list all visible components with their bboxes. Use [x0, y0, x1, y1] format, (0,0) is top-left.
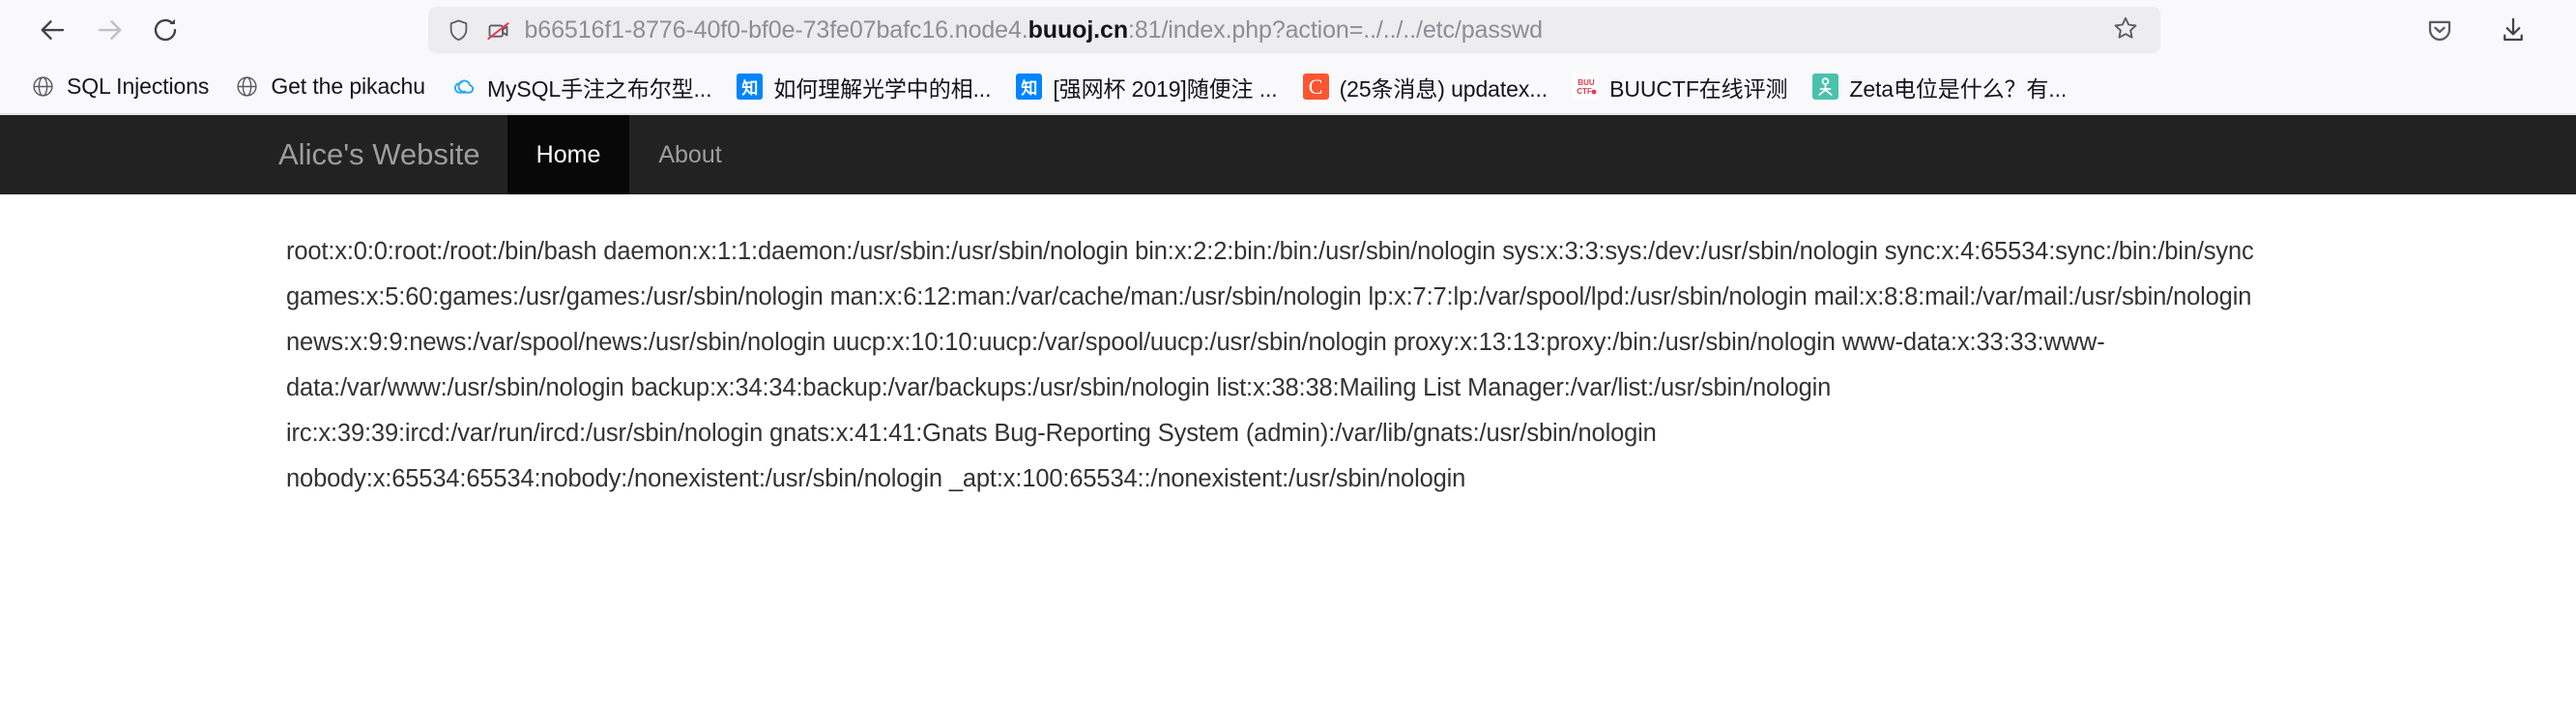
bookmark-item[interactable]: C (25条消息) updatex... — [1290, 65, 1561, 109]
svg-text:BUU: BUU — [1577, 78, 1595, 87]
bookmark-label: SQL Injections — [67, 74, 210, 99]
bookmark-item[interactable]: Zeta电位是什么？有... — [1800, 65, 2079, 109]
nav-link-home[interactable]: Home — [507, 115, 630, 194]
bookmark-item[interactable]: SQL Injections — [17, 68, 221, 105]
bookmark-item[interactable]: 知 [强网杯 2019]随便注 ... — [1003, 65, 1289, 109]
url-text[interactable]: b66516f1-8776-40f0-bf0e-73fe07bafc16.nod… — [525, 7, 2093, 53]
bookmark-label: [强网杯 2019]随便注 ... — [1053, 75, 1278, 102]
forward-button[interactable] — [81, 2, 137, 58]
toolbar-right-actions — [2394, 6, 2551, 54]
shield-icon[interactable] — [446, 17, 472, 44]
bookmark-item[interactable]: 知 如何理解光学中的相... — [724, 65, 1003, 109]
nav-link-about[interactable]: About — [629, 115, 750, 194]
urlbar-container: b66516f1-8776-40f0-bf0e-73fe07bafc16.nod… — [193, 7, 2394, 53]
url-domain: buuoj.cn — [1028, 16, 1128, 44]
globe-icon — [234, 74, 260, 100]
bookmark-label: 如何理解光学中的相... — [773, 75, 992, 102]
globe-icon — [30, 74, 56, 100]
reload-button[interactable] — [137, 2, 193, 58]
downloads-button[interactable] — [2489, 6, 2537, 54]
browser-toolbar: b66516f1-8776-40f0-bf0e-73fe07bafc16.nod… — [0, 0, 2576, 60]
cloud-icon — [450, 74, 477, 100]
bookmarks-bar: SQL Injections Get the pikachu MySQL手注之布… — [0, 60, 2576, 114]
site-navbar: Alice's Website Home About — [0, 115, 2576, 194]
forward-arrow-icon — [95, 15, 124, 44]
passwd-file-output: root:x:0:0:root:/root:/bin/bash daemon:x… — [286, 238, 2254, 492]
main-content: root:x:0:0:root:/root:/bin/bash daemon:x… — [0, 194, 2576, 502]
bookmark-label: BUUCTF在线评测 — [1609, 75, 1788, 102]
buuctf-icon: BUU CTF — [1573, 74, 1600, 100]
bookmark-item[interactable]: Get the pikachu — [221, 68, 438, 105]
reload-icon — [151, 15, 180, 44]
back-button[interactable] — [25, 2, 81, 58]
csdn-icon: C — [1302, 74, 1329, 100]
svg-text:CTF: CTF — [1577, 87, 1592, 96]
zeta-icon — [1812, 74, 1839, 100]
downloads-icon — [2499, 15, 2528, 44]
bookmark-item[interactable]: MySQL手注之布尔型... — [438, 65, 724, 109]
pocket-icon — [2425, 15, 2454, 44]
page-content: Alice's Website Home About root:x:0:0:ro… — [0, 115, 2576, 684]
bookmark-star-icon — [2112, 15, 2139, 46]
url-suffix: :81/index.php?action=../../../etc/passwd — [1128, 16, 1543, 44]
browser-chrome: b66516f1-8776-40f0-bf0e-73fe07bafc16.nod… — [0, 0, 2576, 115]
bookmark-star-button[interactable] — [2106, 11, 2145, 49]
camera-microphone-blocked-icon[interactable] — [485, 17, 511, 44]
pocket-button[interactable] — [2416, 6, 2464, 54]
back-arrow-icon — [39, 15, 68, 44]
site-brand[interactable]: Alice's Website — [278, 115, 507, 194]
bookmark-label: (25条消息) updatex... — [1339, 75, 1548, 102]
bookmark-item[interactable]: BUU CTF BUUCTF在线评测 — [1560, 65, 1800, 109]
bookmark-label: Get the pikachu — [271, 74, 425, 99]
url-prefix: b66516f1-8776-40f0-bf0e-73fe07bafc16.nod… — [524, 16, 1028, 44]
zhihu-icon: 知 — [1016, 74, 1043, 100]
bookmark-label: Zeta电位是什么？有... — [1849, 75, 2068, 102]
bookmark-label: MySQL手注之布尔型... — [486, 75, 712, 102]
zhihu-icon: 知 — [737, 74, 764, 100]
address-bar[interactable]: b66516f1-8776-40f0-bf0e-73fe07bafc16.nod… — [427, 7, 2160, 53]
